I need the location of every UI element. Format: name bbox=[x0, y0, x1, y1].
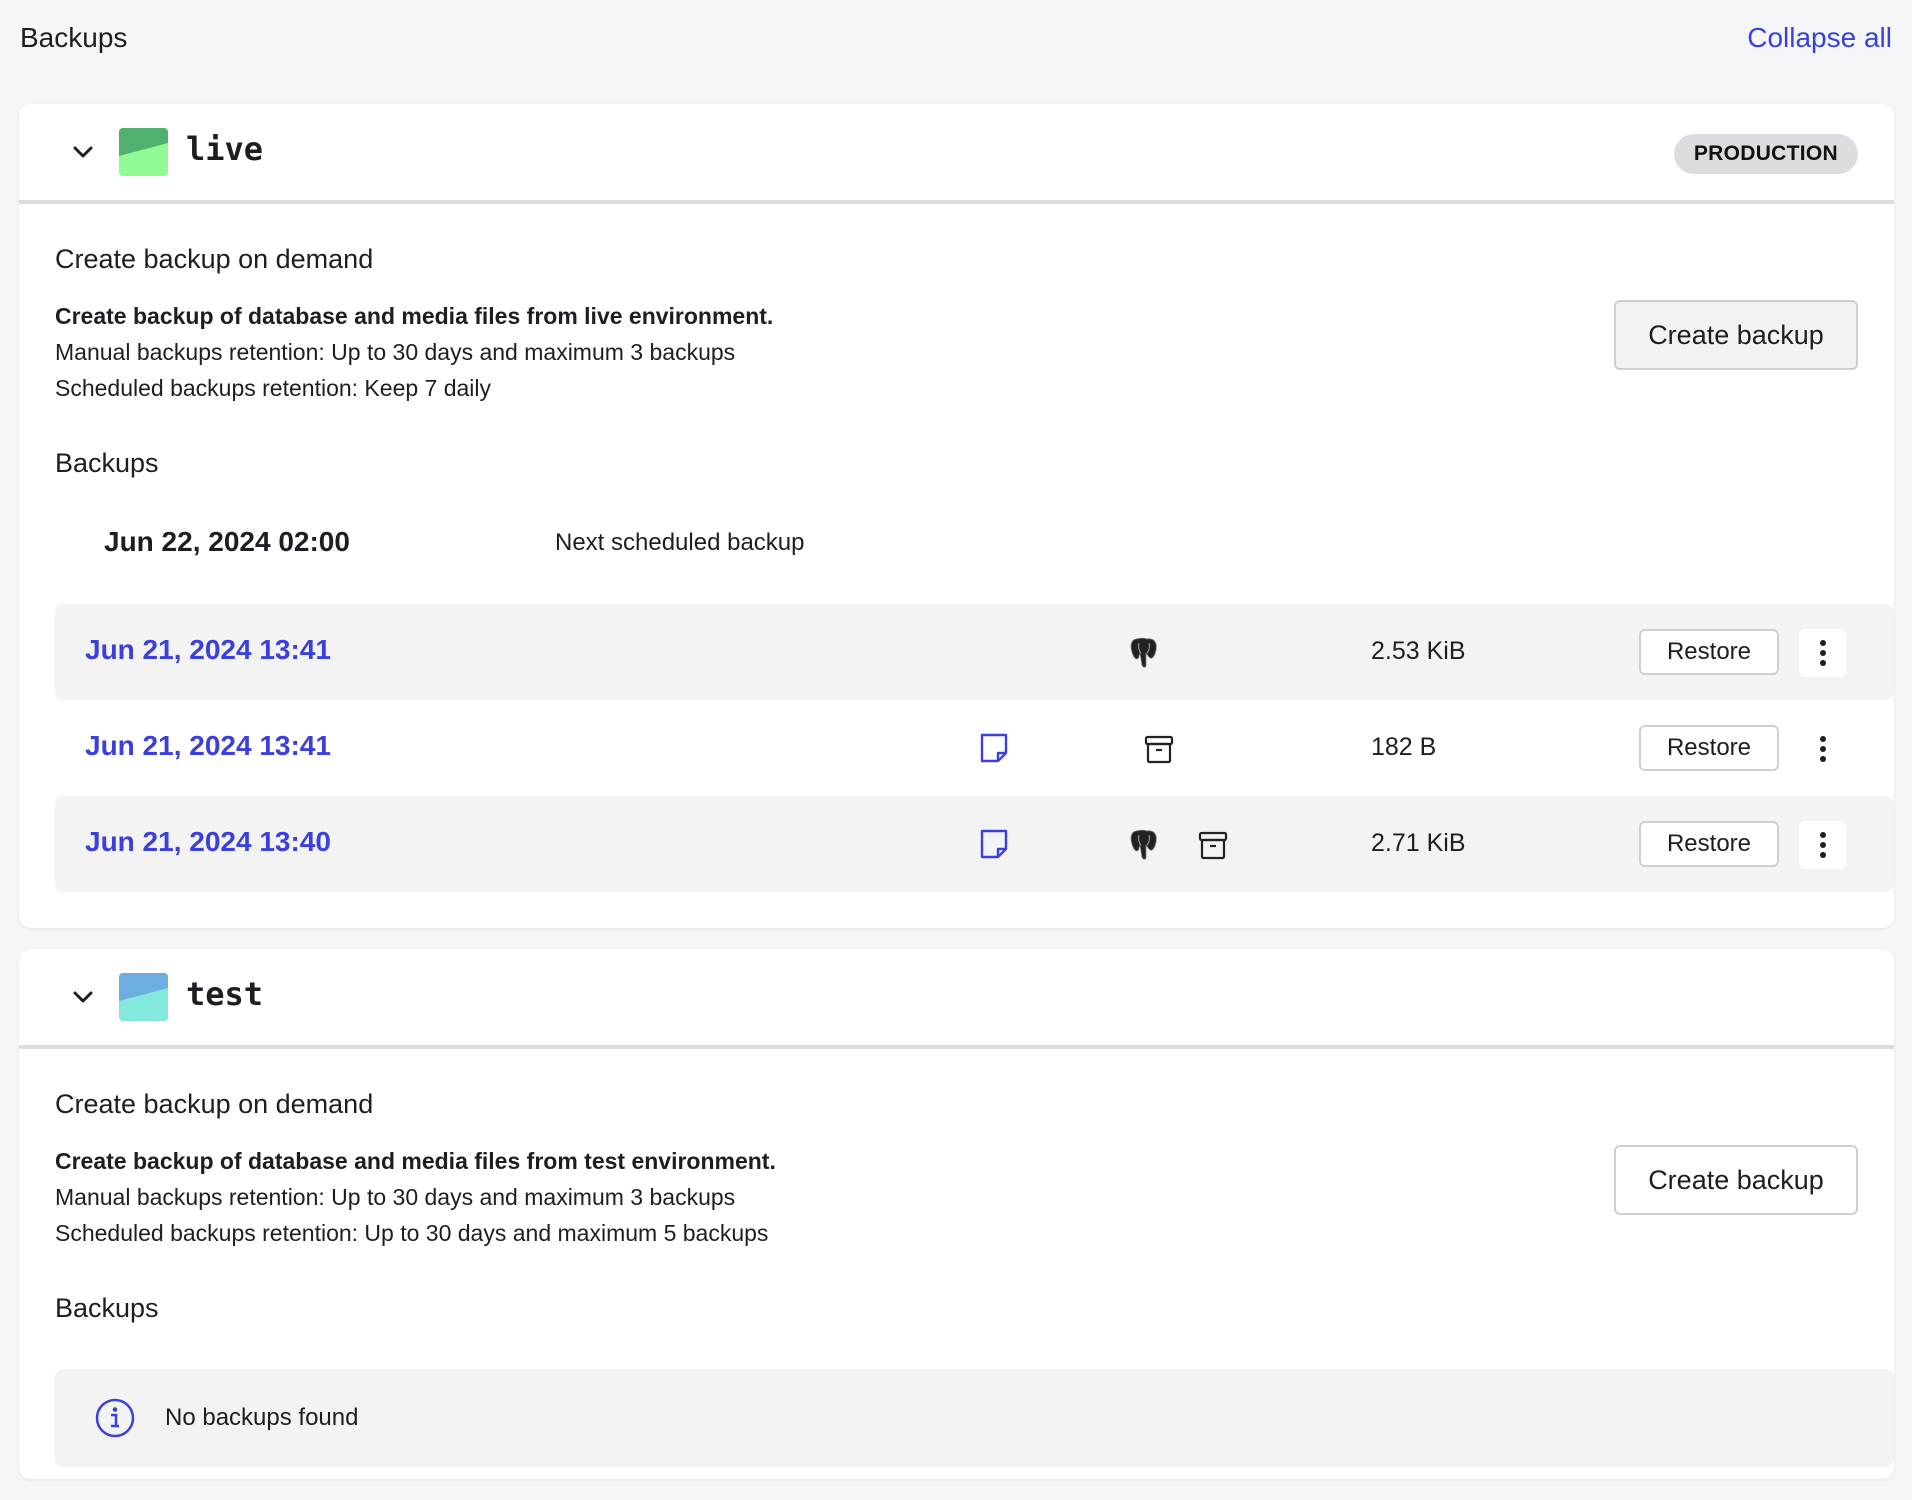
chevron-down-icon[interactable] bbox=[67, 136, 99, 168]
restore-button[interactable]: Restore bbox=[1639, 725, 1779, 771]
next-scheduled-label: Next scheduled backup bbox=[555, 529, 805, 556]
collapse-all-link[interactable]: Collapse all bbox=[1747, 22, 1892, 54]
scheduled-retention-text: Scheduled backups retention: Up to 30 da… bbox=[55, 1220, 769, 1246]
page-title: Backups bbox=[20, 22, 128, 53]
restore-button[interactable]: Restore bbox=[1639, 629, 1779, 675]
backup-row: Jun 21, 2024 13:41 182 B Restore bbox=[55, 700, 1894, 796]
description-text: Create backup of database and media file… bbox=[55, 1148, 776, 1174]
note-icon[interactable] bbox=[979, 732, 1009, 764]
environment-color-icon bbox=[119, 128, 168, 176]
create-section-title: Create backup on demand bbox=[55, 244, 374, 274]
environment-name: test bbox=[186, 975, 264, 1013]
empty-message: No backups found bbox=[165, 1404, 359, 1431]
create-section-description: Create backup of database and media file… bbox=[55, 298, 773, 406]
backup-list: Jun 21, 2024 13:41 2.53 KiB Restore Jun … bbox=[55, 604, 1894, 892]
create-section-title: Create backup on demand bbox=[55, 1089, 374, 1119]
backup-date-link[interactable]: Jun 21, 2024 13:41 bbox=[85, 730, 331, 762]
backups-title: Backups bbox=[55, 1293, 159, 1323]
create-section-description: Create backup of database and media file… bbox=[55, 1143, 776, 1251]
archive-icon bbox=[1198, 831, 1228, 860]
environment-card-live: live PRODUCTION Create backup on demand … bbox=[19, 104, 1894, 928]
create-backup-button[interactable]: Create backup bbox=[1614, 1145, 1858, 1215]
more-options-icon[interactable] bbox=[1799, 629, 1847, 677]
backup-row: Jun 21, 2024 13:41 2.53 KiB Restore bbox=[55, 604, 1894, 700]
backup-size: 2.71 KiB bbox=[1371, 829, 1466, 857]
archive-icon bbox=[1144, 735, 1174, 764]
backup-size: 2.53 KiB bbox=[1371, 637, 1466, 665]
restore-button[interactable]: Restore bbox=[1639, 821, 1779, 867]
note-icon[interactable] bbox=[979, 828, 1009, 860]
postgresql-icon bbox=[1130, 829, 1157, 860]
backup-row: Jun 21, 2024 13:40 2.71 KiB Restore bbox=[55, 796, 1894, 892]
info-icon bbox=[95, 1398, 135, 1438]
backup-date-link[interactable]: Jun 21, 2024 13:41 bbox=[85, 634, 331, 666]
more-options-icon[interactable] bbox=[1799, 725, 1847, 773]
chevron-down-icon[interactable] bbox=[67, 981, 99, 1013]
manual-retention-text: Manual backups retention: Up to 30 days … bbox=[55, 339, 736, 365]
backup-date-link[interactable]: Jun 21, 2024 13:40 bbox=[85, 826, 331, 858]
environment-color-icon bbox=[119, 973, 168, 1021]
production-badge: PRODUCTION bbox=[1673, 134, 1858, 174]
more-options-icon[interactable] bbox=[1799, 821, 1847, 869]
next-scheduled-date: Jun 22, 2024 02:00 bbox=[104, 526, 350, 557]
backup-size: 182 B bbox=[1371, 733, 1437, 761]
environment-card-test: test Create backup on demand Create back… bbox=[19, 949, 1894, 1479]
backups-title: Backups bbox=[55, 448, 159, 478]
scheduled-retention-text: Scheduled backups retention: Keep 7 dail… bbox=[55, 375, 492, 401]
create-backup-button[interactable]: Create backup bbox=[1614, 300, 1858, 370]
manual-retention-text: Manual backups retention: Up to 30 days … bbox=[55, 1184, 736, 1210]
environment-header-test[interactable]: test bbox=[19, 949, 1894, 1049]
description-text: Create backup of database and media file… bbox=[55, 303, 774, 329]
empty-state: No backups found bbox=[55, 1369, 1894, 1467]
environment-header-live[interactable]: live PRODUCTION bbox=[19, 104, 1894, 204]
postgresql-icon bbox=[1130, 637, 1157, 668]
environment-name: live bbox=[186, 130, 264, 168]
